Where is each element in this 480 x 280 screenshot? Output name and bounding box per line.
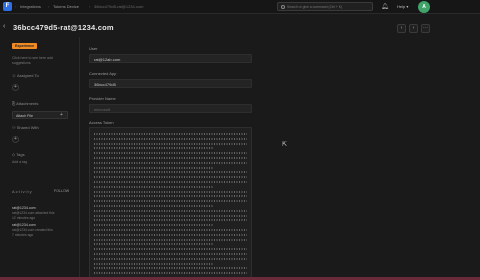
token-text-line — [94, 137, 247, 140]
token-text-line — [94, 200, 247, 203]
user-label: User — [89, 46, 98, 51]
token-text-line — [94, 224, 214, 227]
previous-button[interactable]: ‹ — [397, 24, 406, 33]
search-placeholder: Search or give a command (Ctrl + K) — [287, 5, 343, 9]
breadcrumb-current: 36bcc479d5-rat@1234.com — [94, 4, 144, 9]
breadcrumb-tokens[interactable]: Tokens Device — [53, 4, 79, 9]
connected-app-field[interactable]: 36bcc479d5 — [89, 79, 252, 88]
activity-heading: Activity — [12, 189, 33, 194]
search-icon — [281, 5, 285, 9]
token-text-line — [94, 233, 247, 236]
token-text-line — [94, 229, 247, 231]
token-text-line — [94, 214, 247, 217]
status-badge[interactable]: Experience — [12, 43, 38, 49]
activity-time: 7 minutes ago — [12, 233, 34, 237]
breadcrumb-integrations[interactable]: Integrations — [20, 4, 41, 9]
bell-icon[interactable]: 🔔︎ — [381, 3, 389, 10]
provider-name-field[interactable]: microsoft — [89, 104, 252, 113]
assigned-to-heading: ☺ Assigned To — [12, 73, 39, 78]
sidebar-description: suggestions — [12, 61, 31, 65]
token-text-line — [94, 161, 247, 164]
token-text-line — [94, 181, 247, 183]
token-text-line — [94, 133, 247, 135]
token-text-line — [94, 219, 247, 222]
add-attachment-icon[interactable]: + — [60, 112, 63, 118]
assign-add-button[interactable]: + — [12, 84, 19, 91]
token-text-line — [94, 243, 214, 246]
connected-app-value: 36bcc479d5 — [94, 82, 116, 87]
mouse-cursor-icon: ⇱ — [282, 142, 288, 148]
token-text-line — [94, 248, 247, 251]
token-text-line — [94, 171, 247, 174]
help-menu[interactable]: Help ▾ — [397, 4, 408, 9]
activity-desc: rat@1234.com created this — [12, 228, 53, 232]
access-token-field[interactable] — [89, 127, 252, 280]
user-field[interactable]: rat@12ab.com — [89, 54, 252, 63]
next-button[interactable]: › — [409, 24, 418, 33]
back-icon[interactable]: ‹ — [3, 23, 5, 30]
provider-name-placeholder: microsoft — [94, 107, 111, 112]
follow-button[interactable]: FOLLOW — [54, 189, 69, 193]
activity-user[interactable]: rat@1234.com — [12, 206, 36, 210]
tags-heading: ◇ Tags — [12, 152, 25, 157]
more-options-button[interactable]: ⋯ — [421, 24, 430, 33]
token-text-line — [94, 190, 247, 193]
shared-with-heading: ⚇ Shared With — [12, 125, 39, 130]
avatar[interactable]: A — [418, 1, 430, 13]
token-text-line — [94, 152, 247, 155]
token-text-line — [94, 205, 214, 207]
provider-name-label: Provider Name — [89, 96, 116, 101]
token-text-line — [94, 267, 247, 270]
attachments-heading: ⎘ Attachments — [12, 101, 39, 106]
token-text-line — [94, 147, 214, 150]
attachment-label: Attach File — [16, 113, 33, 118]
activity-user[interactable]: rat@1234.com — [12, 223, 36, 227]
token-text-line — [94, 176, 247, 179]
token-text-line — [94, 262, 214, 265]
sidebar-description: Click here to see here add — [12, 56, 53, 60]
app-logo[interactable]: F — [3, 2, 12, 11]
activity-time: 12 minutes ago — [12, 216, 36, 220]
token-text-line — [94, 185, 214, 188]
breadcrumb-chevron-icon: › — [89, 4, 91, 9]
help-label: Help — [397, 4, 406, 9]
breadcrumb-chevron-icon: › — [15, 4, 17, 9]
share-add-button[interactable]: + — [12, 136, 19, 143]
token-text-line — [94, 157, 247, 159]
token-text-line — [94, 195, 247, 198]
breadcrumb-chevron-icon: › — [48, 4, 50, 9]
token-text-line — [94, 142, 247, 145]
access-token-label: Access Token — [89, 120, 114, 125]
connected-app-label: Connected App — [89, 71, 117, 76]
token-text-line — [94, 166, 214, 169]
top-bar: F › Integrations › Tokens Device › 36bcc… — [0, 0, 480, 14]
add-tag-link[interactable]: Add a tag — [12, 160, 27, 164]
search-input[interactable]: Search or give a command (Ctrl + K) — [277, 2, 373, 11]
token-text-line — [94, 253, 247, 255]
token-text-line — [94, 272, 247, 275]
user-value: rat@12ab.com — [94, 57, 121, 62]
page-title: 36bcc479d5-rat@1234.com — [13, 23, 114, 32]
token-text-line — [94, 238, 247, 241]
activity-desc: rat@1234.com attached this — [12, 211, 55, 215]
token-text-line — [94, 257, 247, 260]
token-text-line — [94, 209, 247, 212]
